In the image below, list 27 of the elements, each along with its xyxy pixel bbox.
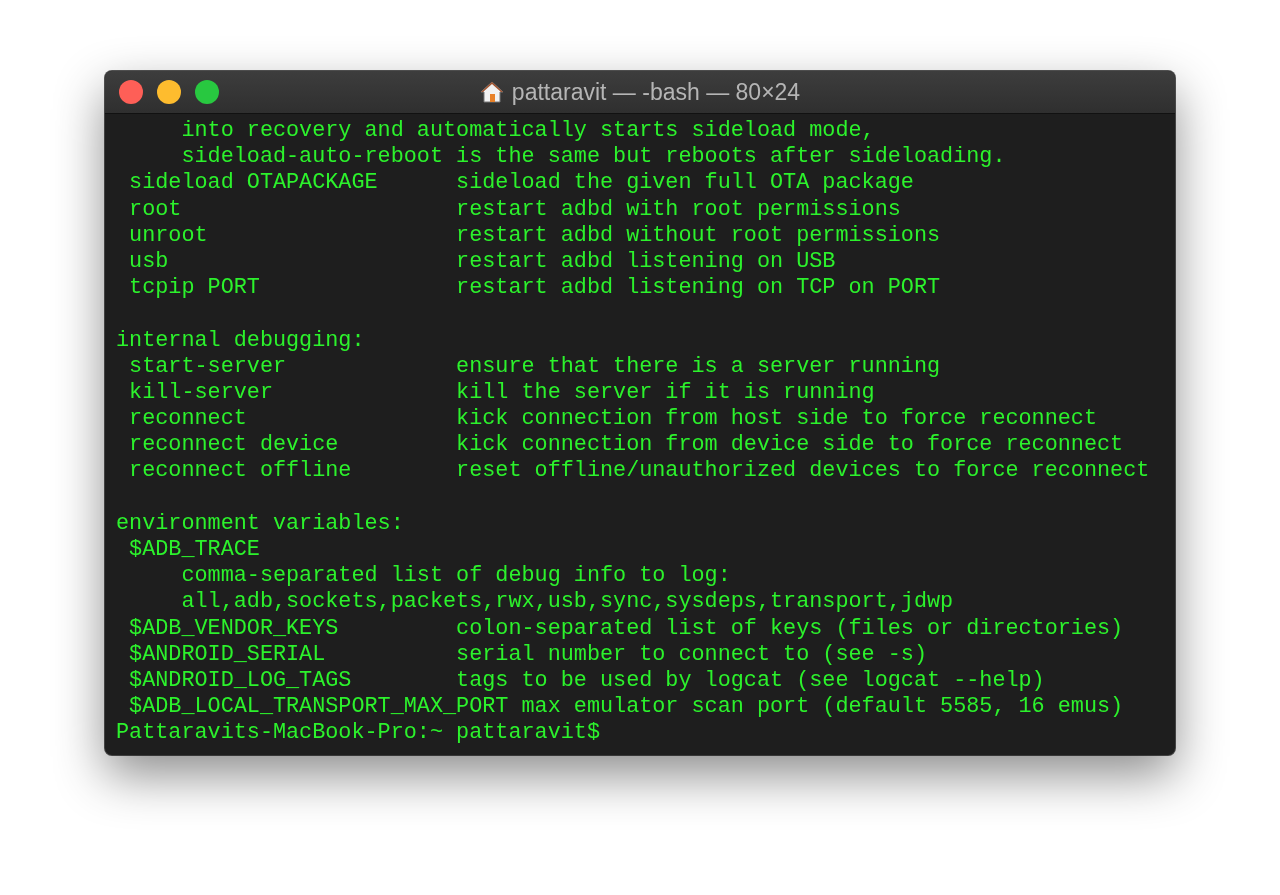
terminal-line: start-server ensure that there is a server running (128, 353, 941, 380)
terminal-line: reconnect kick connection from host side to force reconnect (128, 406, 1098, 433)
terminal-line: $ADB_LOCAL_TRANSPORT_MAX_PORT max emulator scan port (default 5585, 16 emus) (128, 694, 1124, 721)
terminal-line: $ADB_TRACE (128, 537, 260, 564)
terminal-line: kill-server kill the server if it is running (128, 379, 875, 407)
terminal-line: root restart adbd with root permissions (128, 196, 901, 223)
terminal-line: comma-separated list of debug info to log: (180, 563, 731, 590)
terminal-line: sideload-auto-reboot is the same but reboots after sideloading. (180, 144, 1006, 171)
terminal-line: sideload OTAPACKAGE sideload the given full OTA package (128, 170, 914, 197)
close-button[interactable] (119, 80, 143, 104)
terminal-line: into recovery and automatically starts sideload mode, (180, 118, 875, 145)
terminal-line: usb restart adbd listening on USB (128, 248, 836, 276)
terminal-line: reconnect offline reset offline/unauthorized devices to force reconnect (128, 458, 1150, 485)
minimize-button[interactable] (157, 80, 181, 104)
house-icon (479, 80, 504, 104)
terminal-line: all,adb,sockets,packets,rwx,usb,sync,sysdeps,transport,jdwp (180, 589, 954, 616)
shell-prompt: Pattaravits-MacBook-Pro:~ pattaravit$ (116, 720, 600, 747)
window-title: pattaravit — -bash — 80×24 (511, 78, 801, 106)
terminal-line: environment variables: (116, 510, 404, 537)
terminal-line: unroot restart adbd without root permissions (128, 222, 941, 249)
terminal-line: internal debugging: (116, 327, 365, 354)
terminal-line: reconnect device kick connection from device side to force reconnect (128, 432, 1124, 459)
terminal-line: $ANDROID_LOG_TAGS tags to be used by logcat (see logcat --help) (128, 667, 1045, 695)
terminal-line: $ADB_VENDOR_KEYS colon-separated list of keys (files or directories) (128, 615, 1124, 642)
zoom-button[interactable] (195, 80, 219, 104)
terminal-line: tcpip PORT restart adbd listening on TCP on PORT (128, 275, 941, 302)
terminal-line: $ANDROID_SERIAL serial number to connect to (see -s) (128, 641, 927, 668)
